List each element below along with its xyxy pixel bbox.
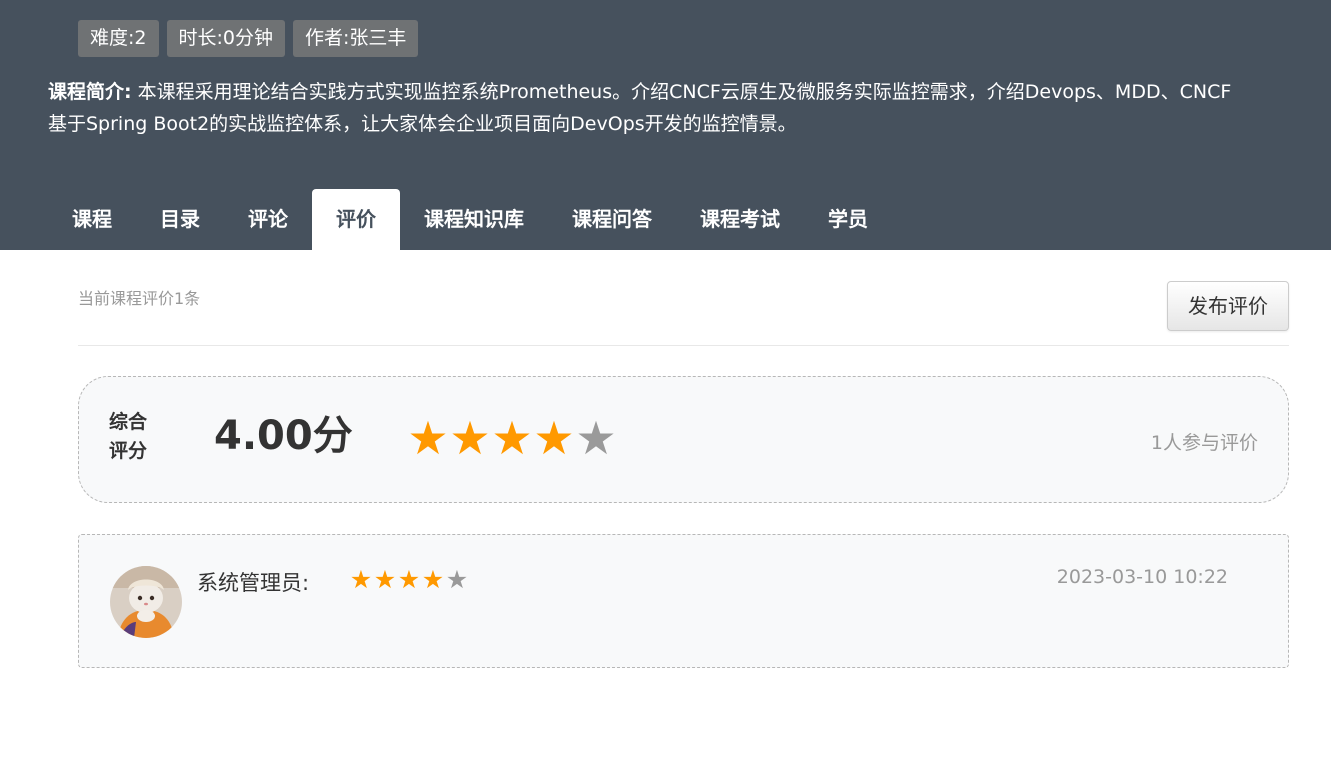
publish-evaluation-button[interactable]: 发布评价 <box>1167 281 1289 331</box>
tab-evaluation[interactable]: 评价 <box>312 189 400 250</box>
summary-stars: ★ ★ ★ ★ ★ <box>407 413 617 463</box>
intro-text-1: 本课程采用理论结合实践方式实现监控系统Prometheus。介绍CNCF云原生及… <box>131 81 1232 103</box>
star-icon: ★ <box>373 565 397 594</box>
tab-qa[interactable]: 课程问答 <box>548 189 676 250</box>
intro-line-1: 课程简介: 本课程采用理论结合实践方式实现监控系统Prometheus。介绍CN… <box>48 76 1331 108</box>
evaluation-count: 当前课程评价1条 <box>78 289 201 308</box>
summary-score: 4.00分 <box>214 413 353 459</box>
course-intro: 课程简介: 本课程采用理论结合实践方式实现监控系统Prometheus。介绍CN… <box>48 76 1331 140</box>
summary-label: 综合评分 <box>109 411 148 462</box>
review-item: 系统管理员: ★ ★ ★ ★ ★ 2023-03-10 10:22 <box>78 534 1289 668</box>
star-icon: ★ <box>349 565 373 594</box>
avatar <box>110 566 182 638</box>
rating-summary: 综合评分 4.00分 ★ ★ ★ ★ ★ 1人参与评价 <box>78 376 1289 503</box>
participants-count: 1人参与评价 <box>1150 432 1258 454</box>
cat-avatar-icon <box>110 566 182 638</box>
course-tags: 难度:2 时长:0分钟 作者:张三丰 <box>78 20 419 57</box>
star-icon: ★ <box>397 565 421 594</box>
difficulty-tag: 难度:2 <box>78 20 159 57</box>
course-header: 难度:2 时长:0分钟 作者:张三丰 课程简介: 本课程采用理论结合实践方式实现… <box>0 0 1331 250</box>
course-tabs: 课程 目录 评论 评价 课程知识库 课程问答 课程考试 学员 <box>48 189 892 250</box>
star-icon: ★ <box>445 565 469 594</box>
tab-catalog[interactable]: 目录 <box>136 189 224 250</box>
star-icon: ★ <box>575 411 617 465</box>
duration-tag: 时长:0分钟 <box>166 20 285 57</box>
intro-text-2: 基于Spring Boot2的实战监控体系，让大家体会企业项目面向DevOps开… <box>48 113 797 135</box>
tab-knowledge-base[interactable]: 课程知识库 <box>400 189 548 250</box>
review-timestamp: 2023-03-10 10:22 <box>1056 566 1228 588</box>
star-icon: ★ <box>421 565 445 594</box>
star-icon: ★ <box>491 411 533 465</box>
tab-course[interactable]: 课程 <box>48 189 136 250</box>
author-tag: 作者:张三丰 <box>293 20 419 57</box>
star-icon: ★ <box>449 411 491 465</box>
intro-label: 课程简介: <box>48 81 132 103</box>
tab-exam[interactable]: 课程考试 <box>676 189 804 250</box>
star-icon: ★ <box>533 411 575 465</box>
star-icon: ★ <box>407 411 449 465</box>
reviewer-name: 系统管理员: <box>197 571 310 595</box>
review-stars: ★ ★ ★ ★ ★ <box>349 565 469 595</box>
divider <box>78 345 1289 346</box>
tab-students[interactable]: 学员 <box>804 189 892 250</box>
tab-comments[interactable]: 评论 <box>224 189 312 250</box>
